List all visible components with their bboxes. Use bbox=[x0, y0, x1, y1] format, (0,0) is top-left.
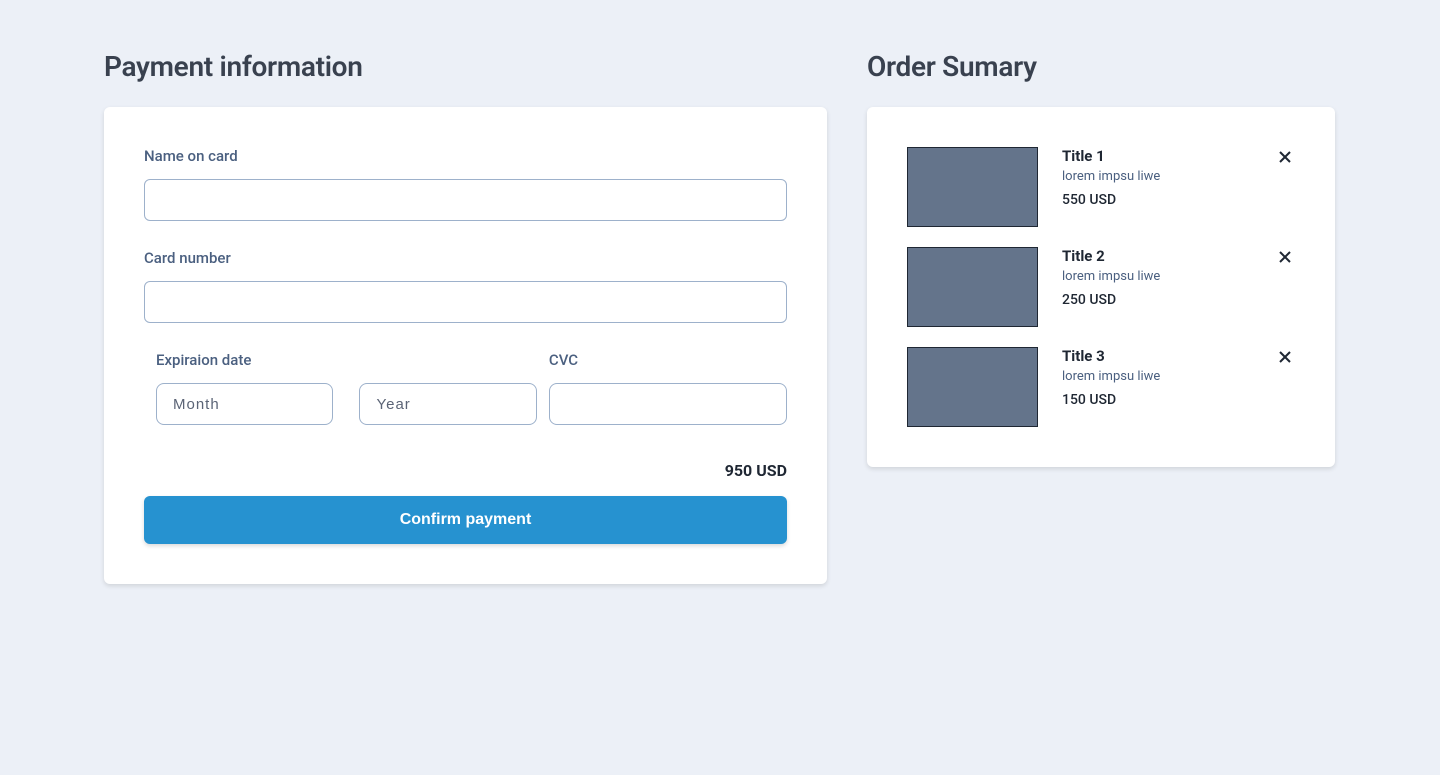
order-item-price: 150 USD bbox=[1062, 392, 1251, 408]
order-item: Title 1 lorem impsu liwe 550 USD bbox=[907, 147, 1295, 227]
close-icon bbox=[1279, 151, 1291, 163]
order-item-title: Title 3 bbox=[1062, 347, 1251, 365]
confirm-payment-button[interactable]: Confirm payment bbox=[144, 496, 787, 544]
order-item-subtitle: lorem impsu liwe bbox=[1062, 269, 1251, 284]
order-item-thumbnail bbox=[907, 247, 1038, 327]
payment-total: 950 USD bbox=[725, 461, 787, 480]
expiration-month-input[interactable] bbox=[156, 383, 333, 425]
order-item-thumbnail bbox=[907, 347, 1038, 427]
order-item: Title 3 lorem impsu liwe 150 USD bbox=[907, 347, 1295, 427]
order-item-thumbnail bbox=[907, 147, 1038, 227]
order-item-subtitle: lorem impsu liwe bbox=[1062, 169, 1251, 184]
order-item-title: Title 2 bbox=[1062, 247, 1251, 265]
remove-item-button[interactable] bbox=[1275, 347, 1295, 367]
remove-item-button[interactable] bbox=[1275, 247, 1295, 267]
expiration-year-input[interactable] bbox=[359, 383, 536, 425]
close-icon bbox=[1279, 251, 1291, 263]
name-on-card-input[interactable] bbox=[144, 179, 787, 221]
cvc-label: CVC bbox=[549, 351, 787, 369]
card-number-label: Card number bbox=[144, 249, 787, 267]
order-summary-title: Order Sumary bbox=[867, 50, 1335, 83]
close-icon bbox=[1279, 351, 1291, 363]
order-item-price: 250 USD bbox=[1062, 292, 1251, 308]
cvc-input[interactable] bbox=[549, 383, 787, 425]
payment-section-title: Payment information bbox=[104, 50, 827, 83]
card-number-input[interactable] bbox=[144, 281, 787, 323]
order-item-price: 550 USD bbox=[1062, 192, 1251, 208]
order-summary-card: Title 1 lorem impsu liwe 550 USD Title 2… bbox=[867, 107, 1335, 467]
order-item-title: Title 1 bbox=[1062, 147, 1251, 165]
name-on-card-label: Name on card bbox=[144, 147, 787, 165]
remove-item-button[interactable] bbox=[1275, 147, 1295, 167]
expiration-date-label: Expiraion date bbox=[156, 351, 537, 369]
order-item-subtitle: lorem impsu liwe bbox=[1062, 369, 1251, 384]
order-item: Title 2 lorem impsu liwe 250 USD bbox=[907, 247, 1295, 327]
payment-card: Name on card Card number Expiraion date … bbox=[104, 107, 827, 584]
